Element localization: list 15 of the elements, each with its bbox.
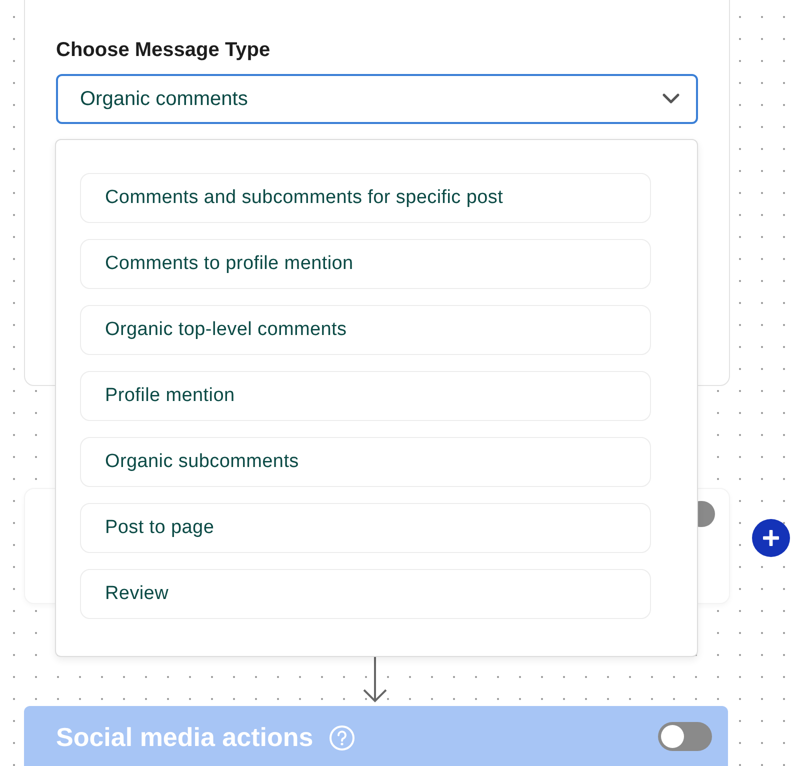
dropdown-option[interactable]: Organic top-level comments bbox=[80, 305, 651, 355]
dropdown-option[interactable]: Post to page bbox=[80, 503, 651, 553]
dropdown-option[interactable]: Profile mention bbox=[80, 371, 651, 421]
dropdown-option[interactable]: Comments and subcomments for specific post bbox=[80, 173, 651, 223]
plus-icon bbox=[763, 530, 779, 546]
dropdown-option[interactable]: Review bbox=[80, 569, 651, 619]
chevron-down-icon bbox=[662, 93, 680, 105]
connector-arrow bbox=[362, 656, 388, 704]
toggle-switch[interactable] bbox=[658, 722, 712, 751]
section-title: Social media actions bbox=[56, 722, 314, 753]
field-label: Choose Message Type bbox=[56, 39, 272, 62]
dropdown-option[interactable]: Comments to profile mention bbox=[80, 239, 651, 289]
message-type-dropdown[interactable]: Organic comments bbox=[56, 74, 698, 124]
add-button[interactable] bbox=[752, 519, 790, 557]
dropdown-option[interactable]: Organic subcomments bbox=[80, 437, 651, 487]
